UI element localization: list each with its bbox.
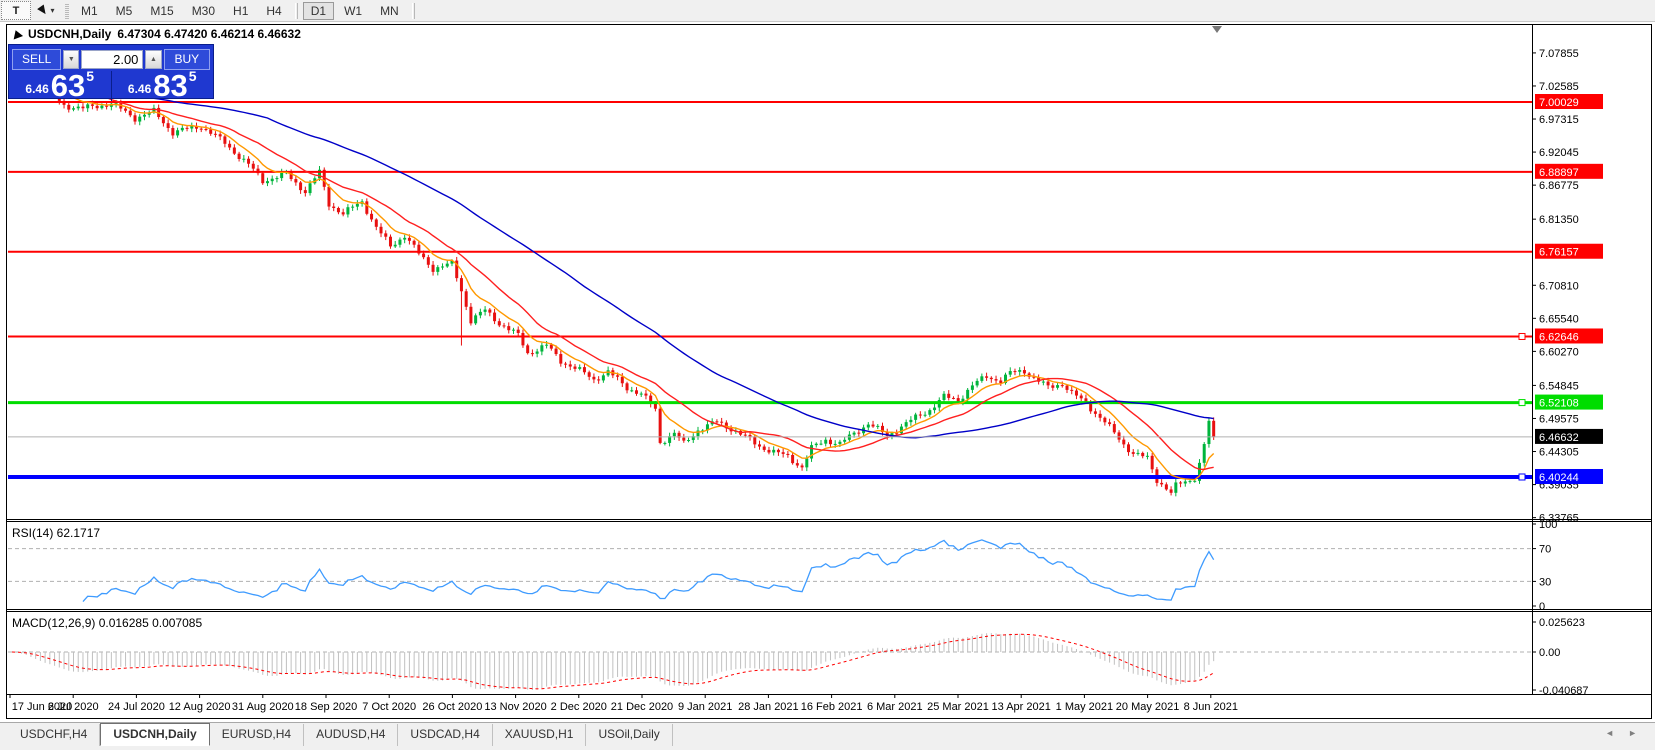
y-axis-tick-label: 6.65540 bbox=[1539, 313, 1579, 325]
sell-price-big: 63 bbox=[50, 68, 86, 103]
y-axis-tick-label: 7.02585 bbox=[1539, 81, 1579, 93]
line-price-label: 7.00029 bbox=[1539, 97, 1579, 109]
y-axis-tick-label: 6.81350 bbox=[1539, 214, 1579, 226]
time-axis[interactable]: 17 Jun 20206 Jul 2020 24 Jul 2020 12 Aug 2… bbox=[9, 694, 1238, 713]
tab-scroll-right-icon[interactable]: ► bbox=[1628, 728, 1637, 738]
line-price-label: 6.88897 bbox=[1539, 167, 1579, 179]
candles bbox=[10, 49, 1216, 497]
rsi-tick-label: 70 bbox=[1539, 544, 1551, 556]
horizontal-level-lines bbox=[8, 101, 1532, 481]
chart-tab-usdchf-h4[interactable]: USDCHF,H4 bbox=[8, 724, 101, 746]
y-axis-tick-label: 6.54845 bbox=[1539, 380, 1579, 392]
moving-averages bbox=[11, 52, 1215, 481]
y-axis-tick-label: 6.49575 bbox=[1539, 413, 1579, 425]
line-handle[interactable] bbox=[1518, 399, 1526, 407]
buy-button[interactable]: BUY bbox=[163, 48, 210, 70]
chart-tab-xauusd-h1[interactable]: XAUUSD,H1 bbox=[493, 724, 587, 746]
date-tick-label: 2 Dec 2020 bbox=[551, 701, 607, 713]
date-tick-label: 13 Nov 2020 bbox=[484, 701, 546, 713]
chart-canvas: 7.07855 7.02585 6.97315 6.92045 6.86775 6.813… bbox=[6, 24, 1652, 719]
date-tick-label: 9 Jan 2021 bbox=[678, 701, 732, 713]
chart-tab-usdcnh-daily[interactable]: USDCNH,Daily bbox=[100, 723, 210, 746]
date-tick-label: 25 Mar 2021 bbox=[927, 701, 989, 713]
buy-price[interactable]: 6.46 83 5 bbox=[112, 68, 214, 103]
date-tick-label: 31 Aug 2020 bbox=[232, 701, 294, 713]
date-tick-label: 7 Oct 2020 bbox=[362, 701, 416, 713]
ma-line-slow bbox=[11, 52, 1214, 439]
one-click-trading-panel: SELL ▼ ▲ BUY 6.46 63 5 6.46 83 5 bbox=[8, 44, 214, 103]
macd-indicator-label: MACD(12,26,9) 0.016285 0.007085 bbox=[12, 616, 203, 630]
chart-shift-marker[interactable] bbox=[1212, 26, 1222, 33]
terminal-window: T ▾ M1 M5 M15 M30 H1 H4 D1 W1 MN 7.07855 7.02585 6… bbox=[0, 0, 1655, 750]
sell-price-pip: 5 bbox=[86, 68, 95, 84]
rsi-tick-label: 30 bbox=[1539, 576, 1551, 588]
line-price-label: 6.52108 bbox=[1539, 398, 1579, 410]
rsi-indicator-label: RSI(14) 62.1717 bbox=[12, 526, 101, 540]
date-tick-label: 28 Jan 2021 bbox=[738, 701, 799, 713]
current-price-label: 6.46632 bbox=[1539, 432, 1579, 444]
y-axis-tick-label: 6.44305 bbox=[1539, 447, 1579, 459]
ohlc-values: 6.47304 6.47420 6.46214 6.46632 bbox=[117, 27, 301, 41]
date-tick-label: 24 Jul 2020 bbox=[108, 701, 165, 713]
rsi-line bbox=[82, 539, 1215, 602]
y-axis-tick-label: 6.86775 bbox=[1539, 180, 1579, 192]
date-tick-label: 8 Jun 2021 bbox=[1184, 701, 1238, 713]
price-axis[interactable]: 7.07855 7.02585 6.97315 6.92045 6.86775 6.813… bbox=[1532, 48, 1603, 525]
sell-button-label: SELL bbox=[21, 52, 52, 66]
line-price-label: 6.62646 bbox=[1539, 331, 1579, 343]
date-tick-label: 6 Jul 2020 bbox=[48, 701, 99, 713]
buy-price-big: 83 bbox=[153, 68, 188, 103]
date-tick-label: 13 Apr 2021 bbox=[992, 701, 1051, 713]
y-axis-tick-label: 6.70810 bbox=[1539, 280, 1579, 292]
macd-tick-label: 0.025623 bbox=[1539, 617, 1585, 629]
date-tick-label: 18 Sep 2020 bbox=[295, 701, 357, 713]
chart-tab-audusd-h4[interactable]: AUDUSD,H4 bbox=[304, 724, 399, 746]
macd-pane: 0.025623 0.00 -0.040687 bbox=[8, 617, 1589, 697]
lot-increase-button[interactable]: ▲ bbox=[145, 49, 162, 69]
buy-price-prefix: 6.46 bbox=[127, 82, 152, 96]
date-tick-label: 12 Aug 2020 bbox=[169, 701, 231, 713]
ma-line-mid bbox=[11, 52, 1214, 471]
rsi-pane: 100 70 30 0 bbox=[8, 519, 1557, 613]
chart-frame bbox=[6, 24, 1652, 719]
line-handle[interactable] bbox=[1518, 473, 1526, 481]
tab-scroll-controls: ◄ ► bbox=[1605, 723, 1655, 738]
chart-tab-bar: USDCHF,H4 USDCNH,Daily EURUSD,H4 AUDUSD,H4 U… bbox=[0, 722, 1655, 750]
chart-title: USDCNH,Daily 6.47304 6.47420 6.46214 6.4… bbox=[10, 27, 301, 41]
y-axis-tick-label: 6.97315 bbox=[1539, 114, 1579, 126]
date-tick-label: 20 May 2021 bbox=[1116, 701, 1180, 713]
tab-scroll-left-icon[interactable]: ◄ bbox=[1605, 728, 1614, 738]
macd-tick-label: -0.040687 bbox=[1539, 685, 1589, 697]
macd-tick-label: 0.00 bbox=[1539, 647, 1560, 659]
line-handle[interactable] bbox=[1518, 332, 1526, 340]
chart-marker-icon bbox=[10, 28, 24, 40]
y-axis-tick-label: 6.60270 bbox=[1539, 346, 1579, 358]
rsi-tick-label: 0 bbox=[1539, 601, 1545, 613]
spin-up-icon: ▲ bbox=[150, 55, 157, 63]
sell-price-prefix: 6.46 bbox=[25, 82, 49, 96]
sell-button[interactable]: SELL bbox=[12, 48, 62, 70]
spin-down-icon: ▼ bbox=[67, 55, 75, 63]
chart-tab-usoil-daily[interactable]: USOil,Daily bbox=[586, 724, 673, 746]
date-tick-label: 1 May 2021 bbox=[1056, 701, 1113, 713]
symbol-period-label: USDCNH,Daily bbox=[28, 27, 112, 41]
chart-tab-eurusd-h4[interactable]: EURUSD,H4 bbox=[210, 724, 305, 746]
sell-price[interactable]: 6.46 63 5 bbox=[9, 68, 112, 103]
lot-decrease-button[interactable]: ▼ bbox=[63, 49, 80, 69]
date-tick-label: 6 Mar 2021 bbox=[867, 701, 923, 713]
line-price-label: 6.40244 bbox=[1539, 472, 1579, 484]
date-tick-label: 26 Oct 2020 bbox=[422, 701, 482, 713]
date-tick-label: 16 Feb 2021 bbox=[801, 701, 863, 713]
chart-tab-usdcad-h4[interactable]: USDCAD,H4 bbox=[398, 724, 493, 746]
buy-price-pip: 5 bbox=[188, 68, 197, 84]
rsi-tick-label: 100 bbox=[1539, 519, 1557, 531]
y-axis-tick-label: 6.92045 bbox=[1539, 147, 1579, 159]
y-axis-tick-label: 7.07855 bbox=[1539, 48, 1579, 60]
date-tick-label: 21 Dec 2020 bbox=[611, 701, 673, 713]
line-price-label: 6.76157 bbox=[1539, 247, 1579, 259]
